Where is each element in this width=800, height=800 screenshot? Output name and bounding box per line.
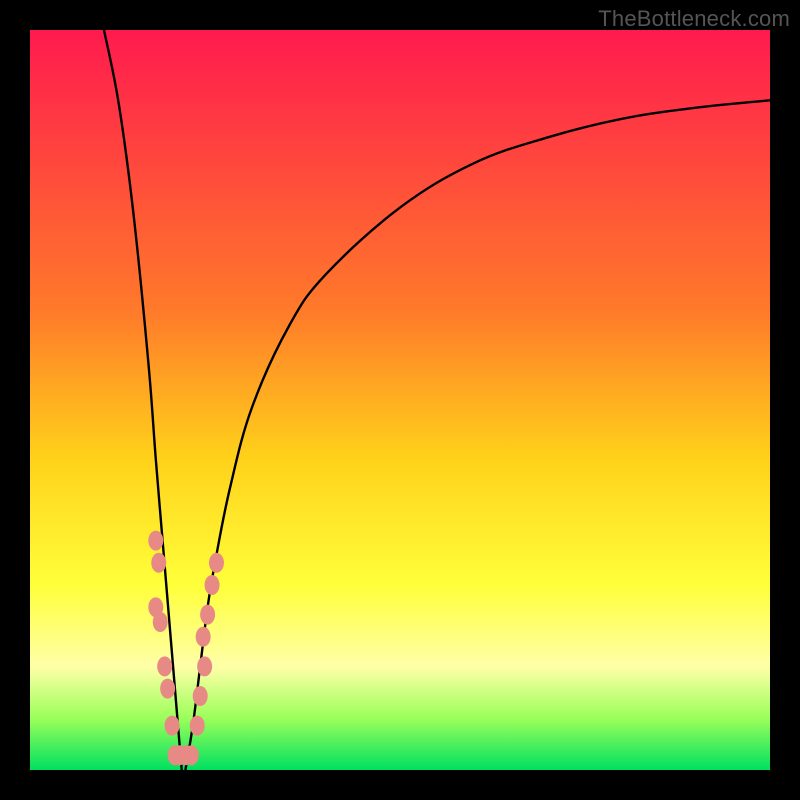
data-dot — [193, 686, 208, 706]
data-dot — [157, 656, 172, 676]
data-dot — [165, 716, 180, 736]
data-dot — [205, 575, 220, 595]
bottleneck-chart-svg — [30, 30, 770, 770]
data-dot — [160, 679, 175, 699]
data-dot — [197, 656, 212, 676]
data-dot — [190, 716, 205, 736]
data-dot — [200, 605, 215, 625]
data-dot — [148, 531, 163, 551]
chart-frame: TheBottleneck.com — [0, 0, 800, 800]
data-dot — [184, 745, 199, 765]
gradient-background — [30, 30, 770, 770]
data-dot — [153, 612, 168, 632]
data-dot — [151, 553, 166, 573]
data-dot — [196, 627, 211, 647]
watermark-text: TheBottleneck.com — [598, 6, 790, 32]
data-dot — [209, 553, 224, 573]
plot-area — [30, 30, 770, 770]
